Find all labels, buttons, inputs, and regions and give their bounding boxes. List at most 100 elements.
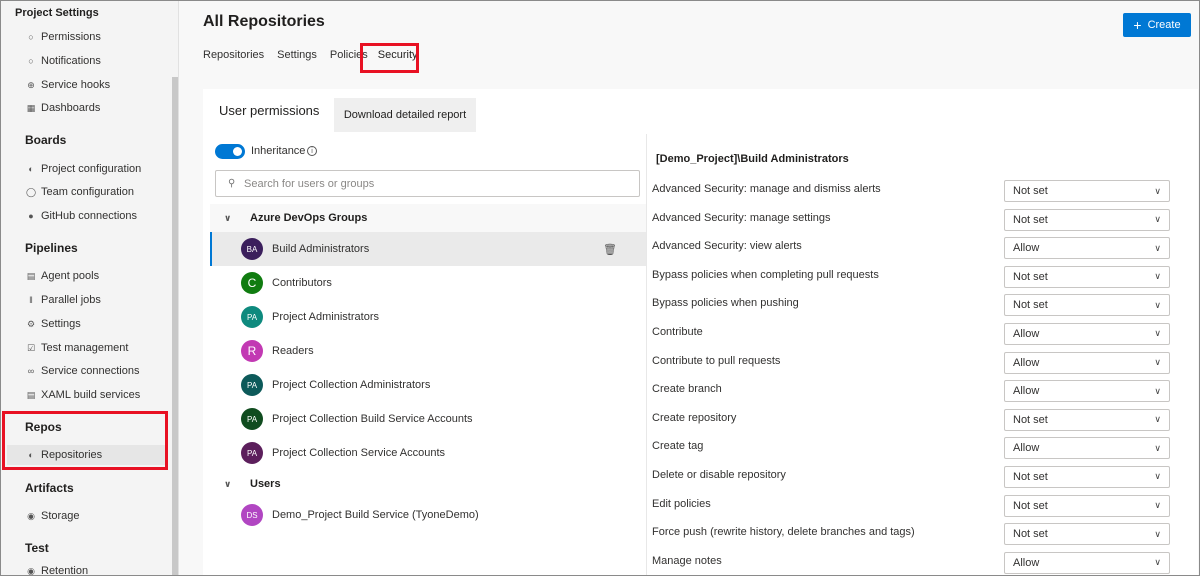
test-icon: ☑	[26, 342, 36, 353]
sidebar: Project Settings ○ Permissions ○ Notific…	[1, 1, 179, 576]
permission-dropdown[interactable]: Not set ∨	[1004, 494, 1170, 517]
sidebar-scrollbar[interactable]	[172, 77, 178, 575]
permission-value: Not set	[1013, 270, 1048, 283]
sidebar-item-label: Storage	[41, 510, 80, 522]
list-item[interactable]: PA Project Collection Administrators	[210, 368, 647, 402]
sidebar-item-label: Service connections	[41, 365, 140, 377]
tab-settings[interactable]: Settings	[277, 49, 317, 65]
permission-name: Create tag	[652, 440, 704, 453]
sidebar-item-label: Permissions	[41, 31, 101, 43]
permission-dropdown[interactable]: Not set ∨	[1004, 294, 1170, 317]
group-list: ∨ Azure DevOps Groups BA Build Administr…	[210, 204, 647, 532]
permission-row: Manage notes Allow ∨	[652, 551, 1182, 575]
sidebar-item-service-hooks[interactable]: ⊕ Service hooks	[25, 75, 165, 95]
permission-name: Edit policies	[652, 497, 711, 510]
sidebar-item-parallel-jobs[interactable]: ‖ Parallel jobs	[25, 290, 165, 310]
permission-dropdown[interactable]: Allow ∨	[1004, 237, 1170, 260]
list-item-label: Contributors	[272, 277, 332, 289]
list-item-label: Project Administrators	[272, 311, 379, 323]
permission-value: Allow	[1013, 327, 1040, 340]
permission-dropdown[interactable]: Allow ∨	[1004, 351, 1170, 374]
groups-section-header[interactable]: ∨ Azure DevOps Groups	[210, 204, 647, 232]
search-icon: ⚲	[228, 178, 236, 189]
list-item[interactable]: PA Project Administrators	[210, 300, 647, 334]
permission-dropdown[interactable]: Allow ∨	[1004, 551, 1170, 574]
sidebar-item-service-connections[interactable]: ∞ Service connections	[25, 361, 165, 381]
list-item[interactable]: C Contributors	[210, 266, 647, 300]
permission-dropdown[interactable]: Not set ∨	[1004, 408, 1170, 431]
permission-dropdown[interactable]: Allow ∨	[1004, 437, 1170, 460]
sidebar-item-project-configuration[interactable]: ◐ Project configuration	[25, 159, 165, 179]
permission-value: Allow	[1013, 356, 1040, 369]
list-item[interactable]: R Readers	[210, 334, 647, 368]
permission-row: Delete or disable repository Not set ∨	[652, 465, 1182, 494]
permission-value: Not set	[1013, 413, 1048, 426]
permission-dropdown[interactable]: Not set ∨	[1004, 465, 1170, 488]
permission-name: Advanced Security: manage and dismiss al…	[652, 183, 881, 195]
search-input[interactable]	[244, 177, 624, 190]
permission-value: Allow	[1013, 385, 1040, 398]
sidebar-item-label: Notifications	[41, 55, 101, 67]
team-icon: ◯	[25, 186, 37, 197]
download-report-button[interactable]: Download detailed report	[334, 98, 476, 132]
permission-name: Manage notes	[652, 554, 722, 567]
sidebar-item-github-connections[interactable]: ● GitHub connections	[25, 206, 165, 226]
sidebar-item-retention[interactable]: ◉ Retention	[25, 565, 165, 576]
sidebar-title: Project Settings	[15, 7, 99, 19]
users-heading-label: Users	[250, 478, 281, 490]
agent-icon: ▤	[26, 270, 36, 281]
permission-dropdown[interactable]: Allow ∨	[1004, 322, 1170, 345]
list-item[interactable]: BA Build Administrators 🗑	[210, 232, 647, 266]
sidebar-item-permissions[interactable]: ○ Permissions	[25, 27, 165, 47]
permission-dropdown[interactable]: Not set ∨	[1004, 180, 1170, 202]
permission-row: Contribute to pull requests Allow ∨	[652, 351, 1182, 380]
inheritance-label: Inheritance	[251, 145, 306, 157]
chevron-down-icon: ∨	[224, 212, 232, 223]
list-item[interactable]: PA Project Collection Build Service Acco…	[210, 402, 647, 436]
sidebar-item-agent-pools[interactable]: ▤ Agent pools	[25, 266, 165, 286]
avatar: PA	[241, 374, 263, 396]
create-button[interactable]: + Create	[1123, 13, 1191, 37]
sidebar-item-label: Retention	[41, 565, 89, 576]
chat-icon: ○	[28, 56, 34, 66]
sidebar-item-storage[interactable]: ◉ Storage	[25, 506, 165, 526]
sidebar-item-label: Test management	[41, 342, 129, 354]
list-item-label: Build Administrators	[272, 243, 370, 255]
chevron-down-icon: ∨	[1154, 357, 1161, 368]
list-item-label: Demo_Project Build Service (TyoneDemo)	[272, 509, 479, 521]
permissions-card: User permissions Download detailed repor…	[203, 89, 1198, 575]
config-icon: ◐	[28, 164, 34, 174]
sidebar-item-label: Team configuration	[41, 186, 134, 198]
users-section-header[interactable]: ∨ Users	[210, 470, 647, 498]
sidebar-item-notifications[interactable]: ○ Notifications	[25, 51, 165, 71]
sidebar-heading-boards: Boards	[25, 133, 67, 147]
sidebar-item-dashboards[interactable]: ▦ Dashboards	[25, 98, 165, 118]
info-icon[interactable]: i	[307, 146, 317, 156]
permission-dropdown[interactable]: Not set ∨	[1004, 208, 1170, 231]
list-item[interactable]: PA Project Collection Service Accounts	[210, 436, 647, 470]
sidebar-item-test-management[interactable]: ☑ Test management	[25, 338, 165, 358]
sidebar-item-label: Dashboards	[41, 102, 101, 114]
chevron-down-icon: ∨	[1154, 271, 1161, 282]
sidebar-heading-artifacts: Artifacts	[25, 481, 74, 495]
sidebar-item-settings[interactable]: ⚙ Settings	[25, 314, 165, 334]
list-item-label: Project Collection Service Accounts	[272, 447, 446, 459]
avatar: DS	[241, 504, 263, 526]
trash-icon[interactable]: 🗑	[603, 243, 617, 256]
permission-name: Force push (rewrite history, delete bran…	[652, 526, 915, 539]
permission-dropdown[interactable]: Allow ∨	[1004, 380, 1170, 403]
list-item[interactable]: DS Demo_Project Build Service (TyoneDemo…	[210, 498, 647, 532]
chevron-down-icon: ∨	[1154, 299, 1161, 310]
sidebar-item-team-configuration[interactable]: ◯ Team configuration	[25, 182, 165, 202]
permission-name: Create branch	[652, 383, 722, 396]
sidebar-item-xaml-build-services[interactable]: ▤ XAML build services	[25, 385, 165, 405]
permission-dropdown[interactable]: Not set ∨	[1004, 265, 1170, 288]
retention-icon: ◉	[27, 565, 35, 576]
sidebar-heading-test: Test	[25, 541, 49, 555]
permission-name: Contribute to pull requests	[652, 354, 781, 367]
gear-icon: ⚙	[26, 318, 36, 329]
permission-row: Create branch Allow ∨	[652, 379, 1182, 408]
permission-dropdown[interactable]: Not set ∨	[1004, 523, 1170, 546]
tab-repositories[interactable]: Repositories	[203, 49, 264, 65]
inheritance-toggle[interactable]	[215, 144, 245, 159]
